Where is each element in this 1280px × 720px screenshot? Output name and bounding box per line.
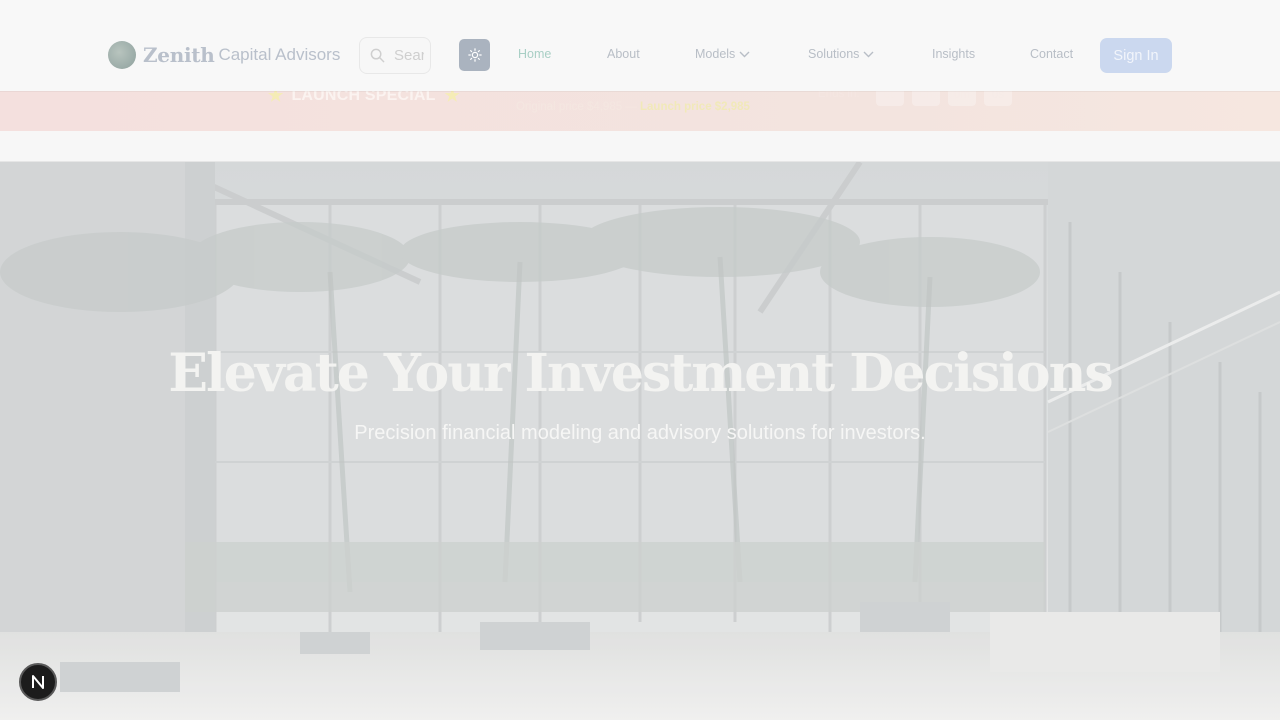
search-box[interactable] [359, 37, 431, 74]
nav-solutions-label: Solutions [808, 47, 860, 61]
launch-price: Launch price $2,985 [640, 101, 750, 113]
hero-section: Elevate Your Investment Decisions Precis… [0, 161, 1280, 720]
promo-pricing: Original price $4,985 — Launch price $2,… [516, 101, 750, 113]
site-header: Zenith Capital Advisors Home About Model… [0, 0, 1280, 91]
nav-contact[interactable]: Contact [1030, 47, 1073, 61]
nav-insights[interactable]: Insights [932, 47, 975, 61]
brand-logo[interactable]: Zenith Capital Advisors [108, 41, 340, 69]
search-input[interactable] [394, 47, 424, 64]
sign-in-button[interactable]: Sign In [1100, 38, 1172, 73]
n-logo-icon [32, 675, 44, 689]
brand-name: Zenith [143, 43, 215, 67]
hero-subtitle: Precision financial modeling and advisor… [354, 422, 926, 444]
sun-icon [467, 48, 482, 62]
nav-models-label: Models [695, 47, 736, 61]
chevron-down-icon [863, 51, 874, 57]
nav-about[interactable]: About [607, 47, 640, 61]
chevron-down-icon [739, 51, 750, 57]
original-price: Original price $4,985 — [516, 101, 637, 113]
nav-models[interactable]: Models [695, 47, 750, 61]
hero-title: Elevate Your Investment Decisions [168, 343, 1113, 404]
brand-subtitle: Capital Advisors [218, 45, 341, 64]
nav-home[interactable]: Home [518, 47, 551, 61]
logo-mark-icon [108, 41, 136, 69]
nav-solutions[interactable]: Solutions [808, 47, 874, 61]
theme-toggle-button[interactable] [459, 39, 490, 71]
search-icon [370, 48, 385, 63]
floating-dev-button[interactable] [19, 663, 57, 701]
